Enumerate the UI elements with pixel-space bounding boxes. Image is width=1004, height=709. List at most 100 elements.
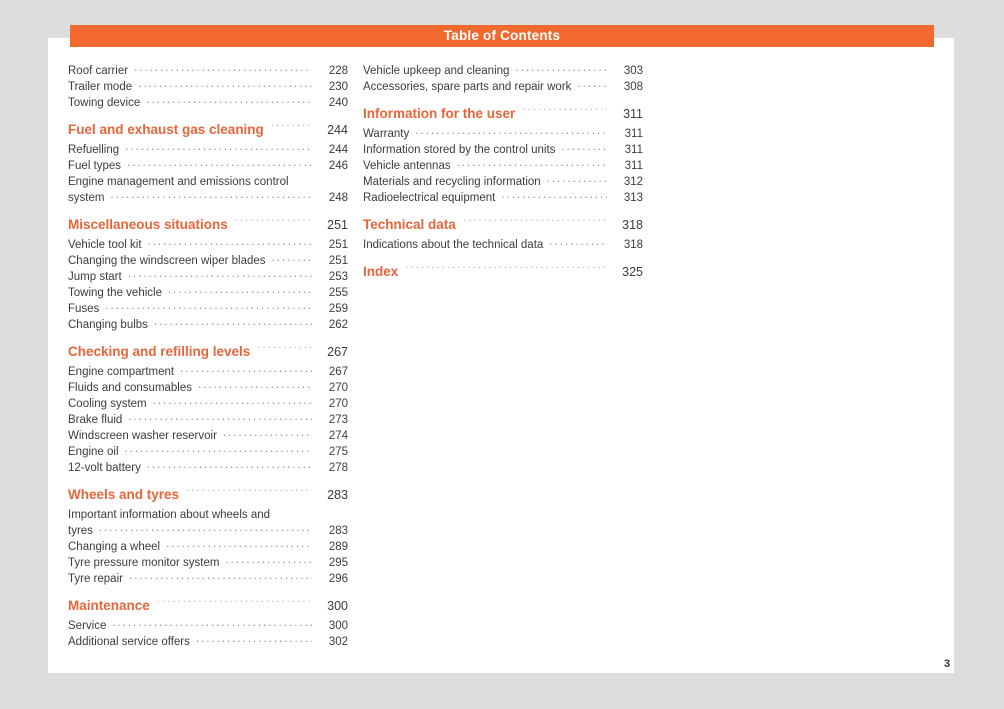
- dot-leader: [129, 570, 312, 582]
- toc-entry-label: Jump start: [68, 271, 122, 283]
- toc-entry-system[interactable]: system 248: [68, 189, 348, 205]
- toc-entry-label: Fuses: [68, 303, 100, 315]
- toc-entry-warranty[interactable]: Warranty 311: [363, 125, 643, 141]
- toc-section-heading-technical-data[interactable]: Technical data 318: [363, 214, 643, 236]
- toc-entry-vehicle-upkeep-and-cleaning[interactable]: Vehicle upkeep and cleaning 303: [363, 62, 643, 78]
- toc-entry-page-number: 283: [327, 488, 348, 502]
- toc-entry-label: Engine management and emissions control: [68, 176, 289, 188]
- toc-entry-12-volt-battery[interactable]: 12-volt battery 278: [68, 459, 348, 475]
- toc-entry-materials-and-recycling-information[interactable]: Materials and recycling information 312: [363, 173, 643, 189]
- toc-entry-trailer-mode[interactable]: Trailer mode 230: [68, 78, 348, 94]
- toc-entry-additional-service-offers[interactable]: Additional service offers 302: [68, 633, 348, 649]
- toc-section-heading-wheels-and-tyres[interactable]: Wheels and tyres 283: [68, 484, 348, 506]
- toc-entry-label: Towing the vehicle: [68, 287, 162, 299]
- toc-section-heading-information-for-the-user[interactable]: Information for the user 311: [363, 103, 643, 125]
- toc-entry-accessories-spare-parts-and-repair-work[interactable]: Accessories, spare parts and repair work…: [363, 78, 643, 94]
- toc-entry-fluids-and-consumables[interactable]: Fluids and consumables 270: [68, 379, 348, 395]
- toc-entry-page-number: 274: [328, 430, 348, 442]
- toc-section-heading-checking-and-refilling-levels[interactable]: Checking and refilling levels 267: [68, 341, 348, 363]
- toc-entry-label: Brake fluid: [68, 414, 123, 426]
- toc-entry-tyre-repair[interactable]: Tyre repair 296: [68, 570, 348, 586]
- toc-entry-cooling-system[interactable]: Cooling system 270: [68, 395, 348, 411]
- dot-leader: [147, 459, 312, 471]
- toc-entry-indications-about-the-technical-data[interactable]: Indications about the technical data 318: [363, 236, 643, 252]
- dot-leader: [415, 125, 607, 137]
- toc-entry-page-number: 302: [328, 636, 348, 648]
- toc-section-heading-miscellaneous-situations[interactable]: Miscellaneous situations 251: [68, 214, 348, 236]
- toc-entry-page-number: 311: [623, 107, 643, 121]
- toc-entry-label: Information stored by the control units: [363, 144, 556, 156]
- toc-entry-vehicle-antennas[interactable]: Vehicle antennas 311: [363, 157, 643, 173]
- toc-header-bar: Table of Contents: [70, 25, 934, 47]
- toc-entry-changing-a-wheel[interactable]: Changing a wheel 289: [68, 538, 348, 554]
- dot-leader: [127, 157, 312, 169]
- dot-leader: [125, 443, 312, 455]
- toc-entry-page-number: 300: [327, 599, 348, 613]
- dot-leader: [128, 268, 312, 280]
- toc-entry-page-number: 308: [623, 81, 643, 93]
- toc-section-heading-fuel-and-exhaust-gas-cleaning[interactable]: Fuel and exhaust gas cleaning 244: [68, 119, 348, 141]
- toc-entry-page-number: 230: [328, 81, 348, 93]
- toc-entry-page-number: 283: [328, 525, 348, 537]
- toc-entry-label: system: [68, 192, 105, 204]
- toc-entry-engine-management-and-emissions-control[interactable]: Engine management and emissions control: [68, 173, 348, 189]
- toc-entry-page-number: 253: [328, 271, 348, 283]
- toc-entry-tyres[interactable]: tyres 283: [68, 522, 348, 538]
- dot-leader: [235, 215, 312, 229]
- dot-leader: [501, 189, 607, 201]
- toc-section-heading-maintenance[interactable]: Maintenance 300: [68, 595, 348, 617]
- toc-entry-label: Changing the windscreen wiper blades: [68, 255, 266, 267]
- toc-entry-fuel-types[interactable]: Fuel types 246: [68, 157, 348, 173]
- toc-entry-changing-the-windscreen-wiper-blades[interactable]: Changing the windscreen wiper blades 251: [68, 252, 348, 268]
- toc-entry-label: Information for the user: [363, 106, 516, 121]
- toc-entry-page-number: 240: [328, 97, 348, 109]
- toc-section-spacer: [68, 475, 348, 484]
- toc-entry-vehicle-tool-kit[interactable]: Vehicle tool kit 251: [68, 236, 348, 252]
- toc-entry-brake-fluid[interactable]: Brake fluid 273: [68, 411, 348, 427]
- toc-entry-important-information-about-wheels-and[interactable]: Important information about wheels and: [68, 506, 348, 522]
- toc-entry-label: Engine oil: [68, 446, 119, 458]
- toc-entry-radioelectrical-equipment[interactable]: Radioelectrical equipment 313: [363, 189, 643, 205]
- toc-entry-label: Checking and refilling levels: [68, 344, 251, 359]
- toc-entry-information-stored-by-the-control-units[interactable]: Information stored by the control units 3…: [363, 141, 643, 157]
- toc-section-spacer: [68, 586, 348, 595]
- dot-leader: [457, 157, 607, 169]
- toc-entry-page-number: 259: [328, 303, 348, 315]
- toc-entry-label: Service: [68, 620, 107, 632]
- toc-entry-engine-oil[interactable]: Engine oil 275: [68, 443, 348, 459]
- toc-entry-engine-compartment[interactable]: Engine compartment 267: [68, 363, 348, 379]
- dot-leader: [148, 236, 312, 248]
- toc-section-heading-index[interactable]: Index 325: [363, 261, 643, 283]
- toc-entry-label: Technical data: [363, 217, 456, 232]
- toc-entry-fuses[interactable]: Fuses 259: [68, 300, 348, 316]
- toc-entry-label: Indications about the technical data: [363, 239, 544, 251]
- toc-entry-towing-device[interactable]: Towing device 240: [68, 94, 348, 110]
- toc-entry-page-number: 311: [624, 128, 643, 140]
- toc-entry-windscreen-washer-reservoir[interactable]: Windscreen washer reservoir 274: [68, 427, 348, 443]
- dot-leader: [180, 363, 312, 375]
- toc-entry-page-number: 275: [328, 446, 348, 458]
- toc-entry-page-number: 311: [624, 160, 643, 172]
- toc-entry-label: Towing device: [68, 97, 141, 109]
- toc-entry-page-number: 296: [328, 573, 348, 585]
- toc-entry-page-number: 311: [624, 144, 643, 156]
- toc-section-spacer: [363, 205, 643, 214]
- toc-entry-tyre-pressure-monitor-system[interactable]: Tyre pressure monitor system 295: [68, 554, 348, 570]
- toc-entry-label: Cooling system: [68, 398, 147, 410]
- toc-entry-label: Index: [363, 264, 399, 279]
- toc-column-left: Roof carrier228Trailer mode230Towing dev…: [68, 62, 348, 649]
- dot-leader: [295, 173, 312, 185]
- dot-leader: [271, 120, 312, 134]
- toc-entry-label: Engine compartment: [68, 366, 175, 378]
- toc-entry-page-number: 246: [328, 160, 348, 172]
- toc-entry-page-number: 318: [623, 239, 643, 251]
- toc-entry-changing-bulbs[interactable]: Changing bulbs 262: [68, 316, 348, 332]
- toc-entry-towing-the-vehicle[interactable]: Towing the vehicle 255: [68, 284, 348, 300]
- toc-entry-service[interactable]: Service 300: [68, 617, 348, 633]
- toc-entry-label: Changing bulbs: [68, 319, 148, 331]
- toc-entry-jump-start[interactable]: Jump start 253: [68, 268, 348, 284]
- toc-entry-page-number: 273: [328, 414, 348, 426]
- toc-entry-label: Accessories, spare parts and repair work: [363, 81, 572, 93]
- toc-entry-refuelling[interactable]: Refuelling 244: [68, 141, 348, 157]
- toc-entry-roof-carrier[interactable]: Roof carrier 228: [68, 62, 348, 78]
